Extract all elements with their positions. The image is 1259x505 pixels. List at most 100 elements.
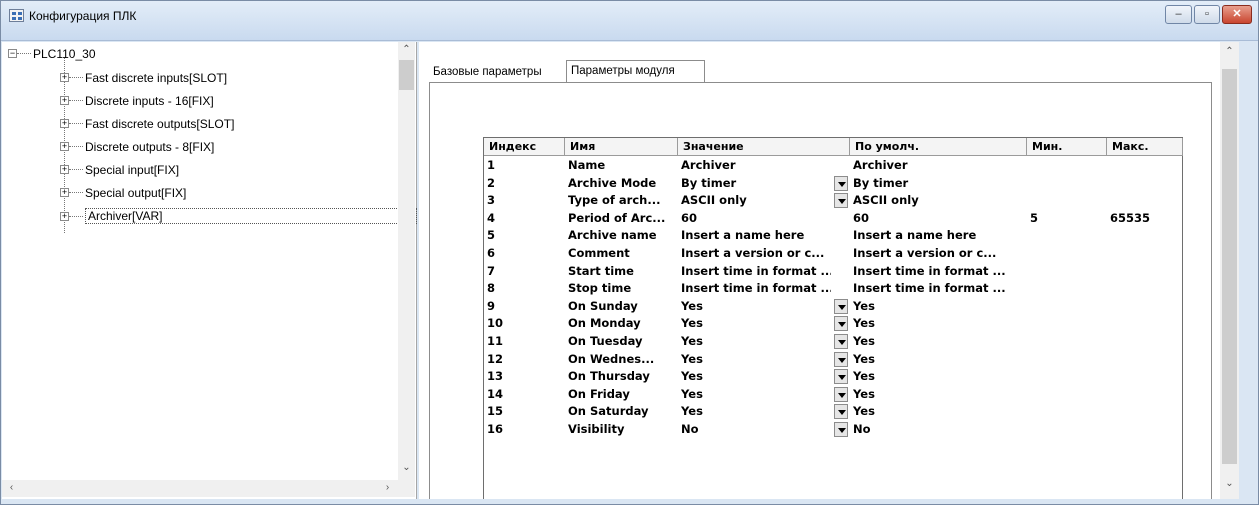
collapse-icon[interactable]: −: [8, 49, 17, 59]
table-row[interactable]: 4 Period of Arc... 60 60 5 65535: [484, 210, 1182, 228]
cell-value[interactable]: Insert a name here: [681, 227, 831, 244]
scroll-left-icon[interactable]: ‹: [4, 482, 19, 493]
cell-default: Yes: [853, 404, 875, 419]
column-header-value[interactable]: Значение: [678, 138, 850, 156]
expand-icon[interactable]: +: [60, 119, 69, 129]
dropdown-arrow-icon[interactable]: [834, 193, 848, 209]
tree-item-fast-discrete-inputs[interactable]: + Fast discrete inputs[SLOT]: [60, 70, 227, 86]
cell-name: On Friday: [568, 386, 630, 401]
cell-name: On Tuesday: [568, 334, 643, 348]
cell-name: Archive name: [568, 228, 657, 243]
table-row[interactable]: 3 Type of arch... ASCII only ASCII only: [484, 192, 1182, 210]
dropdown-arrow-icon[interactable]: [834, 175, 848, 191]
minimize-button[interactable]: –: [1165, 5, 1192, 24]
cell-max: [1110, 351, 1180, 368]
scroll-right-icon[interactable]: ›: [380, 482, 395, 493]
cell-value[interactable]: Insert a version or c...: [681, 245, 831, 262]
expand-icon[interactable]: +: [60, 211, 69, 221]
cell-index: 5: [487, 228, 496, 243]
cell-value[interactable]: Yes: [681, 333, 831, 350]
tree-horizontal-scrollbar[interactable]: ‹ ›: [2, 480, 398, 497]
cell-default: Yes: [853, 298, 875, 313]
cell-default: Insert a version or c...: [853, 246, 997, 260]
scroll-down-icon[interactable]: ⌄: [1222, 478, 1237, 489]
cell-value[interactable]: 60: [681, 210, 831, 227]
tab-base-parameters[interactable]: Базовые параметры: [429, 64, 563, 82]
table-row[interactable]: 15 On Saturday Yes Yes: [484, 403, 1182, 421]
cell-min: [1030, 333, 1100, 350]
dropdown-arrow-icon[interactable]: [834, 404, 848, 420]
dropdown-arrow-icon[interactable]: [834, 298, 848, 314]
column-header-min[interactable]: Мин.: [1027, 138, 1107, 156]
expand-icon[interactable]: +: [60, 73, 69, 83]
table-row[interactable]: 2 Archive Mode By timer By timer: [484, 175, 1182, 193]
expand-icon[interactable]: +: [60, 165, 69, 175]
expand-icon[interactable]: +: [60, 188, 69, 198]
cell-max: [1110, 368, 1180, 385]
table-row[interactable]: 12 On Wednes... Yes Yes: [484, 351, 1182, 369]
cell-name: On Sunday: [568, 298, 638, 313]
tree-root[interactable]: − PLC110_30: [8, 46, 96, 62]
tree-item-discrete-inputs[interactable]: + Discrete inputs - 16[FIX]: [60, 93, 214, 109]
tab-module-parameters[interactable]: Параметры модуля: [566, 60, 705, 82]
column-header-name[interactable]: Имя: [565, 138, 678, 156]
tree-item-label: Fast discrete inputs[SLOT]: [85, 70, 228, 85]
table-row[interactable]: 5 Archive name Insert a name here Insert a …: [484, 227, 1182, 245]
cell-name: On Monday: [568, 316, 641, 331]
table-row[interactable]: 14 On Friday Yes Yes: [484, 386, 1182, 404]
table-row[interactable]: 11 On Tuesday Yes Yes: [484, 333, 1182, 351]
column-header-index[interactable]: Индекс: [484, 138, 565, 156]
cell-max: [1110, 192, 1180, 209]
cell-index: 4: [487, 210, 496, 225]
module-settings-pane: Базовые параметры Параметры модуля Индек…: [419, 42, 1239, 499]
cell-value[interactable]: Yes: [681, 351, 831, 368]
scroll-thumb[interactable]: [1222, 69, 1237, 464]
table-row[interactable]: 13 On Thursday Yes Yes: [484, 368, 1182, 386]
cell-value[interactable]: Yes: [681, 368, 831, 385]
table-row[interactable]: 6 Comment Insert a version or c... Insert a…: [484, 245, 1182, 263]
cell-value[interactable]: Yes: [681, 403, 831, 420]
close-button[interactable]: ✕: [1222, 5, 1252, 24]
tree-item-archiver[interactable]: + Archiver[VAR]: [60, 208, 417, 224]
column-header-max[interactable]: Макс.: [1107, 138, 1183, 156]
dropdown-arrow-icon[interactable]: [834, 316, 848, 332]
table-row[interactable]: 16 Visibility No No: [484, 421, 1182, 439]
cell-value[interactable]: Insert time in format ...: [681, 280, 831, 297]
dropdown-arrow-icon[interactable]: [834, 386, 848, 402]
cell-index: 12: [487, 351, 504, 366]
tree-item-fast-discrete-outputs[interactable]: + Fast discrete outputs[SLOT]: [60, 116, 234, 132]
dropdown-arrow-icon[interactable]: [834, 369, 848, 385]
cell-value[interactable]: Yes: [681, 298, 831, 315]
expand-icon[interactable]: +: [60, 142, 69, 152]
cell-min: [1030, 192, 1100, 209]
cell-value[interactable]: Insert time in format ...: [681, 263, 831, 280]
table-row[interactable]: 1 Name Archiver Archiver: [484, 157, 1182, 175]
scroll-thumb[interactable]: [399, 60, 414, 90]
expand-icon[interactable]: +: [60, 96, 69, 106]
table-row[interactable]: 7 Start time Insert time in format ... Inse…: [484, 263, 1182, 281]
scroll-down-icon[interactable]: ⌄: [399, 462, 414, 473]
cell-value[interactable]: Archiver: [681, 157, 831, 174]
cell-value[interactable]: Yes: [681, 386, 831, 403]
cell-value[interactable]: ASCII only: [681, 192, 831, 209]
tree-item-special-input[interactable]: + Special input[FIX]: [60, 162, 179, 178]
table-row[interactable]: 8 Stop time Insert time in format ... Inser…: [484, 280, 1182, 298]
cell-value[interactable]: By timer: [681, 175, 831, 192]
cell-name: Comment: [568, 246, 630, 260]
maximize-button[interactable]: ▫: [1194, 5, 1220, 24]
dropdown-arrow-icon[interactable]: [834, 351, 848, 367]
cell-min: 5: [1030, 210, 1039, 225]
cell-value[interactable]: No: [681, 421, 831, 438]
tree-vertical-scrollbar[interactable]: ⌃ ⌄: [398, 42, 415, 480]
table-row[interactable]: 9 On Sunday Yes Yes: [484, 298, 1182, 316]
table-row[interactable]: 10 On Monday Yes Yes: [484, 315, 1182, 333]
scroll-up-icon[interactable]: ⌃: [399, 44, 414, 55]
pane-vertical-scrollbar[interactable]: ⌃ ⌄: [1220, 42, 1239, 499]
column-header-default[interactable]: По умолч.: [850, 138, 1027, 156]
cell-value[interactable]: Yes: [681, 315, 831, 332]
tree-item-special-output[interactable]: + Special output[FIX]: [60, 185, 186, 201]
tree-item-discrete-outputs[interactable]: + Discrete outputs - 8[FIX]: [60, 139, 214, 155]
dropdown-arrow-icon[interactable]: [834, 422, 848, 437]
scroll-up-icon[interactable]: ⌃: [1222, 46, 1237, 57]
dropdown-arrow-icon[interactable]: [834, 334, 848, 349]
